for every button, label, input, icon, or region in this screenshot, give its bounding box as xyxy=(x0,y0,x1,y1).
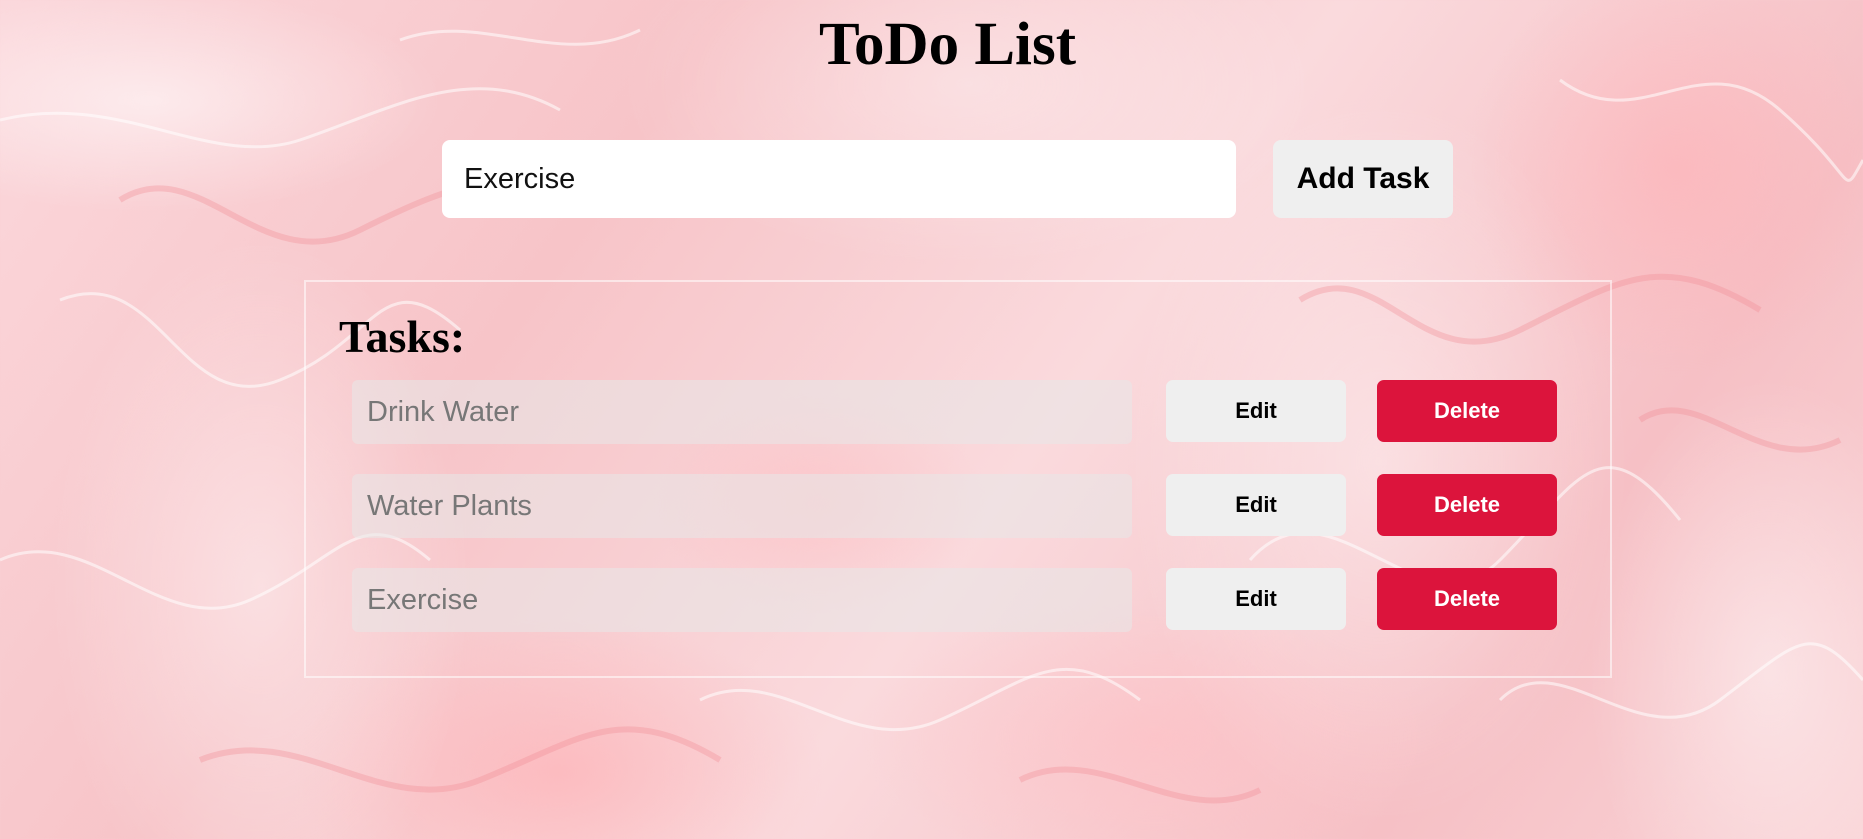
task-row: Edit Delete xyxy=(352,380,1572,444)
delete-button[interactable]: Delete xyxy=(1377,568,1557,630)
new-task-input[interactable] xyxy=(442,140,1236,218)
task-row: Edit Delete xyxy=(352,474,1572,538)
tasks-heading: Tasks: xyxy=(339,311,466,362)
edit-button[interactable]: Edit xyxy=(1166,568,1346,630)
task-text-field[interactable] xyxy=(352,474,1132,538)
tasks-panel: Tasks: Edit Delete Edit Delete Edit Dele… xyxy=(304,280,1612,678)
delete-button[interactable]: Delete xyxy=(1377,380,1557,442)
page-title: ToDo List xyxy=(818,11,1077,78)
edit-button[interactable]: Edit xyxy=(1166,474,1346,536)
edit-button[interactable]: Edit xyxy=(1166,380,1346,442)
delete-button[interactable]: Delete xyxy=(1377,474,1557,536)
task-text-field[interactable] xyxy=(352,568,1132,632)
task-text-field[interactable] xyxy=(352,380,1132,444)
add-task-button[interactable]: Add Task xyxy=(1273,140,1453,218)
task-row: Edit Delete xyxy=(352,568,1572,632)
